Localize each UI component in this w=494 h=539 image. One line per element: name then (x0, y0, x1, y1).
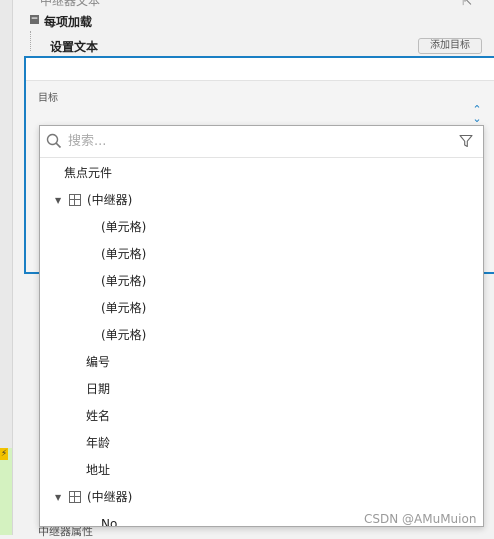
tree-item-field-date[interactable]: 日期 (40, 376, 483, 403)
tree-item-cell[interactable]: (单元格) (40, 295, 483, 322)
action-input-area[interactable] (26, 58, 494, 81)
action-label[interactable]: 设置文本 (50, 38, 98, 55)
cut-off-heading: 中继器文本 (40, 0, 101, 8)
tree-item-cell[interactable]: (单元格) (40, 241, 483, 268)
tree-item-cell[interactable]: (单元格) (40, 214, 483, 241)
tree-item-field-age[interactable]: 年龄 (40, 430, 483, 457)
tree-item-repeater[interactable]: ▼ (中继器) (40, 187, 483, 214)
collapse-icon[interactable]: − (30, 15, 39, 24)
search-row (40, 126, 483, 158)
search-icon (46, 133, 62, 149)
tree-item-cell[interactable]: (单元格) (40, 322, 483, 349)
tree-item-field-name[interactable]: 姓名 (40, 403, 483, 430)
left-panel-green-row (0, 448, 12, 535)
tree-item-cell[interactable]: (单元格) (40, 268, 483, 295)
search-input[interactable] (68, 131, 448, 151)
tree-item-field-address[interactable]: 地址 (40, 457, 483, 484)
chevron-down-icon[interactable]: ▼ (55, 484, 61, 511)
target-dropdown[interactable]: 焦点元件 ▼ (中继器) (单元格) (单元格) (单元格) (单元格) (单元… (39, 125, 484, 527)
tree-item-field-id[interactable]: 编号 (40, 349, 483, 376)
event-title[interactable]: 每项加载 (44, 13, 92, 30)
select-arrows-icon[interactable]: ⌃ ⌄ (470, 104, 484, 124)
tree-connector (30, 31, 31, 51)
repeater-grid-icon (69, 491, 81, 503)
target-label: 目标 (38, 93, 58, 104)
tree-item-focus-widget[interactable]: 焦点元件 (40, 160, 483, 187)
watermark: CSDN @AMuMuion (364, 512, 477, 526)
expand-icon[interactable]: ⇱ (462, 0, 472, 8)
tree-item-repeater[interactable]: ▼ (中继器) (40, 484, 483, 511)
add-target-button[interactable]: 添加目标 (418, 38, 482, 54)
chevron-down-icon[interactable]: ▼ (55, 187, 61, 214)
lightning-icon: ⚡ (0, 448, 8, 460)
repeater-grid-icon (69, 194, 81, 206)
filter-icon[interactable] (459, 134, 473, 148)
